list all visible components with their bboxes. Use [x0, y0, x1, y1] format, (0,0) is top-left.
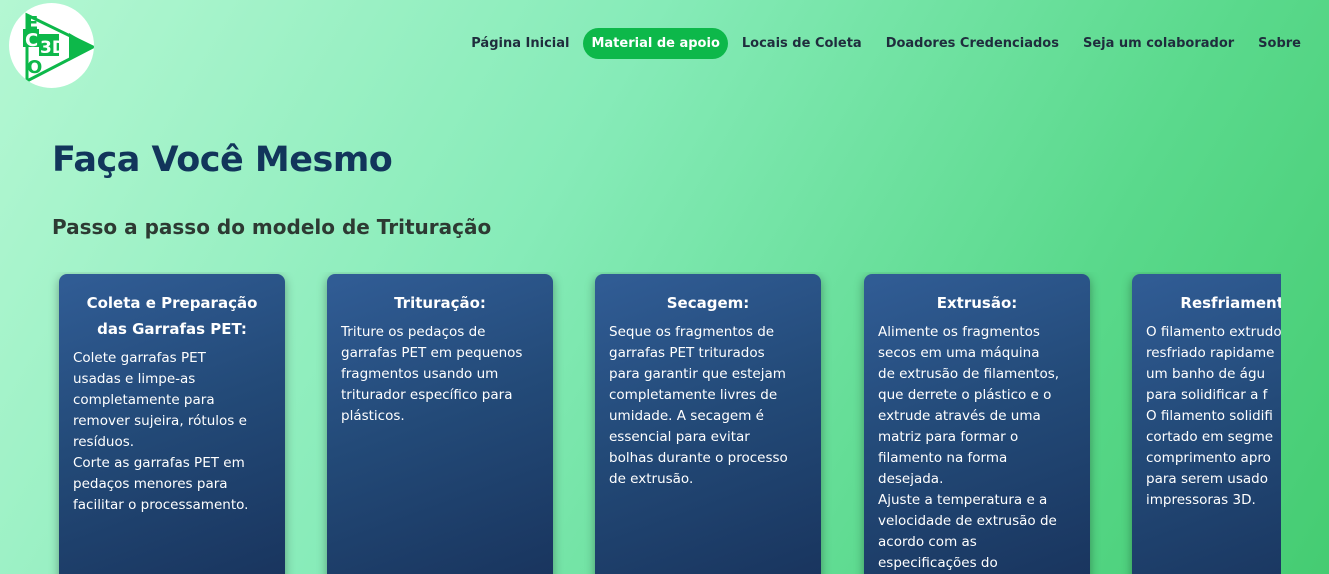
nav-item-collection-points[interactable]: Locais de Coleta: [732, 28, 872, 59]
nav-item-support-material[interactable]: Material de apoio: [583, 28, 728, 59]
card-body: O filamento extrudo resfriado rapidame u…: [1146, 324, 1281, 508]
logo-mark-icon: E C O 3D: [23, 12, 94, 84]
section-subtitle: Passo a passo do modelo de Trituração: [52, 215, 492, 239]
steps-carousel: Coleta e Preparação das Garrafas PET: Co…: [0, 272, 1281, 574]
card-body: Alimente os fragmentos secos em uma máqu…: [878, 324, 1060, 571]
card-title: Resfriamento e: [1180, 294, 1281, 312]
main-nav: Página Inicial Material de apoio Locais …: [461, 28, 1311, 59]
step-card-cooling: Resfriamento e O filamento extrudo resfr…: [1132, 274, 1281, 574]
logo-letters-3d: 3D: [40, 38, 66, 58]
logo[interactable]: E C O 3D: [9, 3, 94, 88]
logo-letter-c: C: [25, 30, 38, 51]
card-body: Colete garrafas PET usadas e limpe-as co…: [73, 350, 249, 513]
card-title: Extrusão:: [936, 294, 1018, 312]
card-body: Triture os pedaços de garrafas PET em pe…: [341, 324, 523, 424]
card-body: Seque os fragmentos de garrafas PET trit…: [609, 324, 788, 487]
step-card-shredding: Trituração: Triture os pedaços de garraf…: [327, 274, 553, 574]
step-card-collection: Coleta e Preparação das Garrafas PET: Co…: [59, 274, 285, 574]
step-card-extrusion: Extrusão: Alimente os fragmentos secos e…: [864, 274, 1090, 574]
nav-item-accredited-donors[interactable]: Doadores Credenciados: [876, 28, 1069, 59]
step-card-drying: Secagem: Seque os fragmentos de garrafas…: [595, 274, 821, 574]
nav-item-become-collaborator[interactable]: Seja um colaborador: [1073, 28, 1244, 59]
page-title: Faça Você Mesmo: [52, 140, 393, 180]
logo-letter-o: O: [27, 57, 42, 78]
card-title: Secagem:: [666, 294, 750, 312]
nav-item-home[interactable]: Página Inicial: [461, 28, 579, 59]
nav-item-about[interactable]: Sobre: [1248, 28, 1311, 59]
card-title: Coleta e Preparação das Garrafas PET:: [86, 294, 258, 338]
card-title: Trituração:: [394, 294, 486, 312]
